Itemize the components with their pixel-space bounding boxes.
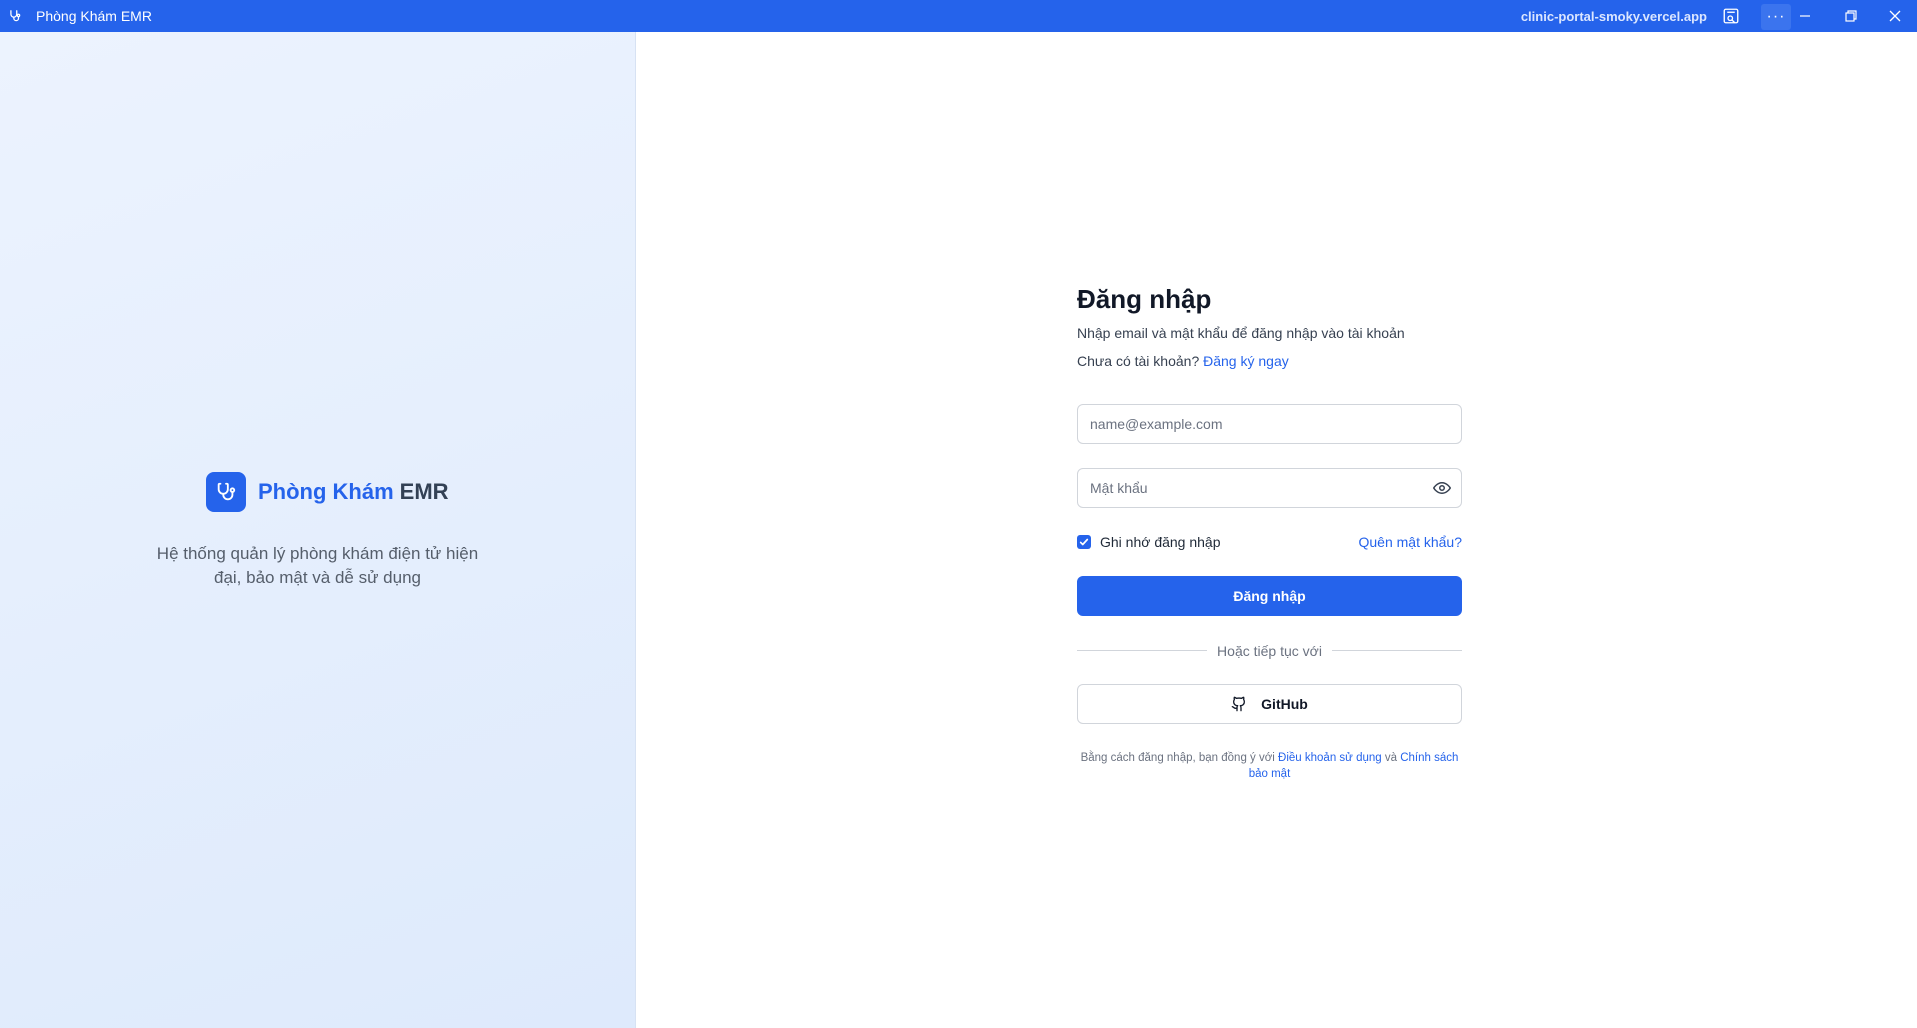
window-title: Phòng Khám EMR [36,8,152,24]
terms-notice: Bằng cách đăng nhập, bạn đồng ý với Điều… [1077,750,1462,782]
remember-me[interactable]: Ghi nhớ đăng nhập [1077,534,1221,550]
restore-button[interactable] [1831,0,1871,32]
remember-label: Ghi nhớ đăng nhập [1100,534,1221,550]
forgot-password-link[interactable]: Quên mật khẩu? [1358,534,1462,550]
brand-suffix: EMR [399,479,449,504]
terms-link[interactable]: Điều khoản sử dụng [1278,752,1382,764]
login-button[interactable]: Đăng nhập [1077,576,1462,616]
window-title-bar: Phòng Khám EMR clinic-portal-smoky.verce… [0,0,1917,32]
app-icon [10,10,21,22]
password-field[interactable] [1090,469,1420,507]
eye-icon[interactable] [1433,480,1451,496]
brand-tagline: Hệ thống quản lý phòng khám điện tử hiện… [156,544,479,587]
divider-line-right [1332,650,1462,651]
brand-logo: Phòng Khám EMR [206,472,449,512]
brand-name: Phòng Khám [258,479,394,504]
divider: Hoặc tiếp tục với [1077,640,1462,662]
github-login-button[interactable]: GitHub [1077,684,1462,724]
branding-panel: Phòng Khám EMR Hệ thống quản lý phòng kh… [0,32,636,1028]
email-field-container [1077,404,1462,444]
email-field[interactable] [1090,405,1420,443]
terms-prefix: Bằng cách đăng nhập, bạn đồng ý với [1080,752,1275,764]
divider-text: Hoặc tiếp tục với [1217,643,1322,659]
remember-checkbox[interactable] [1077,535,1091,549]
close-button[interactable] [1875,0,1915,32]
terms-and: và [1384,752,1398,764]
app-url: clinic-portal-smoky.vercel.app [1520,9,1707,24]
stethoscope-icon [206,472,246,512]
no-account-text: Chưa có tài khoản? [1077,353,1200,369]
page-title: Đăng nhập [1077,284,1212,314]
minimize-button[interactable] [1785,0,1825,32]
github-icon [1231,696,1246,712]
signup-prompt: Chưa có tài khoản? Đăng ký ngay [1077,353,1289,369]
github-label: GitHub [1261,696,1308,712]
password-field-container [1077,468,1462,508]
signup-link[interactable]: Đăng ký ngay [1203,353,1289,369]
cast-icon[interactable] [1711,0,1751,32]
login-subtitle: Nhập email và mật khẩu để đăng nhập vào … [1077,325,1405,341]
